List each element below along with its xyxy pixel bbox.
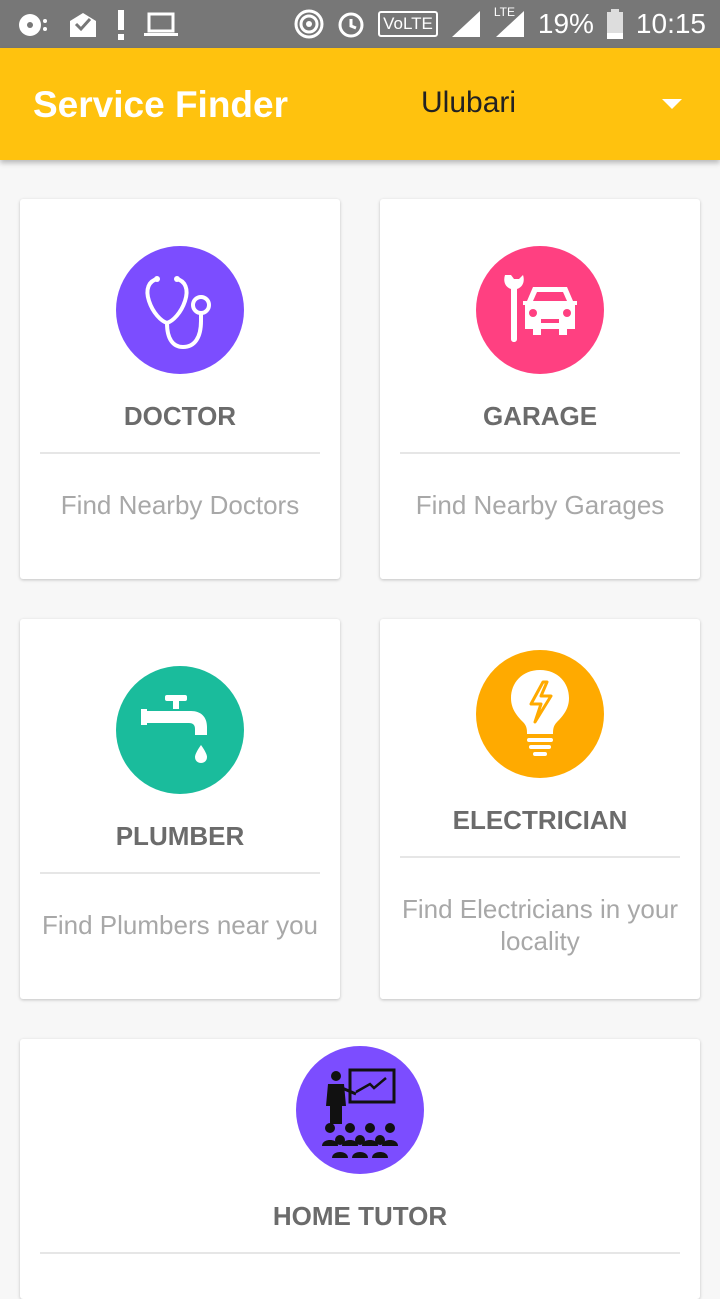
- service-card-garage[interactable]: GARAGE Find Nearby Garages: [380, 199, 700, 579]
- garage-icon-circle: [476, 246, 604, 374]
- card-description: Find Nearby Garages: [415, 490, 665, 520]
- service-card-home-tutor[interactable]: HOME TUTOR: [20, 1039, 700, 1299]
- alert-icon: [116, 10, 126, 40]
- card-title: GARAGE: [482, 401, 598, 431]
- plumber-icon-circle: [116, 666, 244, 794]
- card-title: DOCTOR: [123, 401, 237, 431]
- lte-signal-icon: LTE: [494, 5, 526, 39]
- service-card-plumber[interactable]: PLUMBER Find Plumbers near you: [20, 619, 340, 999]
- dropdown-arrow-icon: [662, 99, 682, 109]
- service-card-electrician[interactable]: ELECTRICIAN Find Electricians in your lo…: [380, 619, 700, 999]
- mail-check-icon: [68, 11, 98, 39]
- lightbulb-icon: [511, 670, 569, 756]
- status-bar: VoLTE LTE 19% 10:15: [0, 0, 720, 48]
- electrician-icon-circle: [476, 650, 604, 778]
- location-dropdown[interactable]: Ulubari: [400, 72, 700, 136]
- laptop-icon: [144, 12, 178, 38]
- card-description: Find Nearby Doctors: [60, 490, 300, 520]
- app-bar: Service Finder Ulubari: [0, 48, 720, 160]
- faucet-icon: [141, 695, 207, 763]
- app-title: Service Finder: [33, 84, 289, 125]
- battery-icon: [606, 9, 624, 39]
- car-wrench-icon: [504, 275, 577, 342]
- card-title: PLUMBER: [115, 821, 245, 851]
- lte-label: LTE: [493, 5, 515, 19]
- alarm-icon: [336, 9, 366, 39]
- card-divider: [40, 872, 320, 874]
- card-divider: [400, 452, 680, 454]
- service-card-doctor[interactable]: DOCTOR Find Nearby Doctors: [20, 199, 340, 579]
- disc-notification-icon: [18, 11, 50, 39]
- signal-icon: [450, 9, 482, 39]
- card-divider: [400, 856, 680, 858]
- doctor-icon-circle: [116, 246, 244, 374]
- volte-indicator: VoLTE: [378, 11, 438, 37]
- card-divider: [40, 1252, 680, 1254]
- teacher-icon: [322, 1068, 398, 1158]
- location-value: Ulubari: [421, 86, 517, 119]
- card-title: HOME TUTOR: [272, 1201, 448, 1231]
- card-description: Find Plumbers near you: [41, 910, 319, 940]
- battery-percent: 19%: [537, 8, 594, 39]
- home-tutor-icon-circle: [296, 1046, 424, 1174]
- card-description: Find Electricians in your locality: [402, 894, 678, 956]
- card-divider: [40, 452, 320, 454]
- clock: 10:15: [635, 8, 706, 39]
- hotspot-icon: [294, 9, 324, 39]
- card-title: ELECTRICIAN: [452, 805, 628, 835]
- stethoscope-icon: [145, 276, 211, 350]
